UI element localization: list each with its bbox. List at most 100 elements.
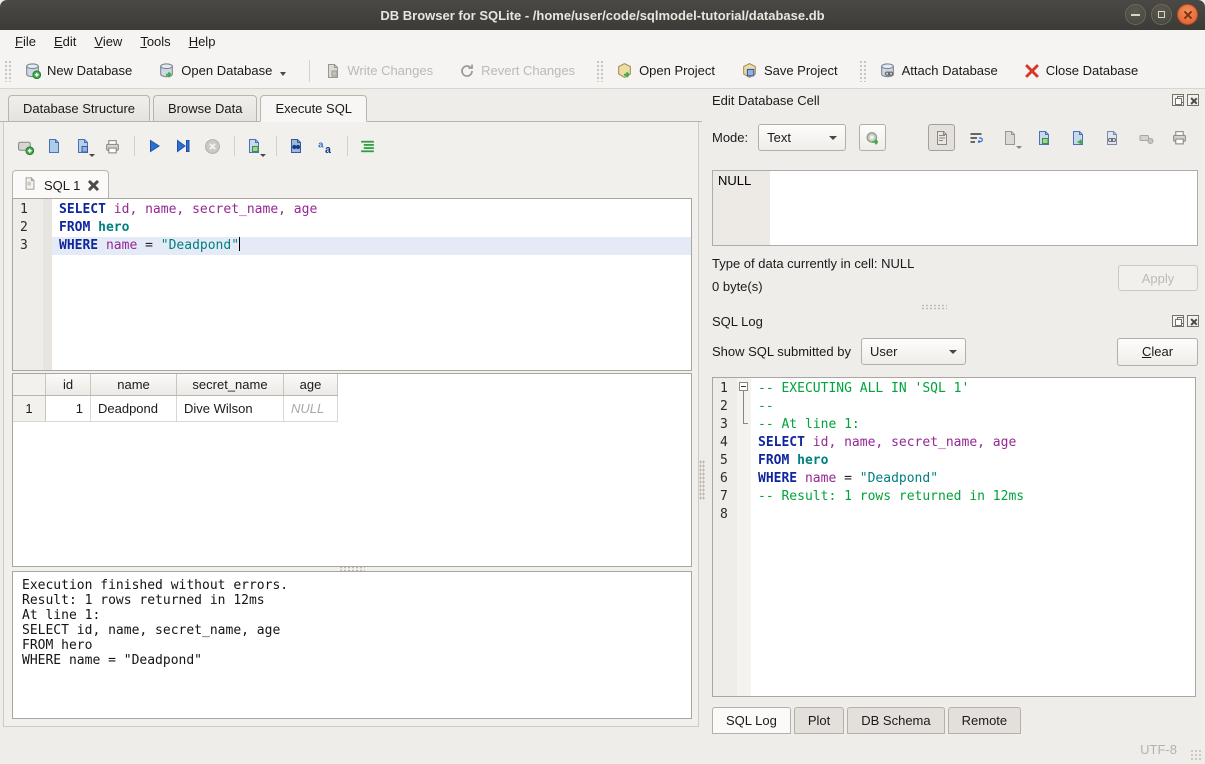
toolbar-grip[interactable]	[859, 60, 866, 82]
dropdown-arrow-icon[interactable]	[280, 72, 286, 76]
menu-edit[interactable]: Edit	[45, 32, 85, 51]
close-panel-icon[interactable]	[1187, 94, 1199, 106]
dropdown-arrow-icon[interactable]	[89, 154, 95, 157]
execute-current-line-button[interactable]	[170, 133, 196, 159]
cell-age[interactable]: NULL	[284, 396, 338, 422]
word-wrap-button[interactable]	[962, 124, 989, 151]
toolbar-separator	[134, 136, 135, 156]
print-button[interactable]	[99, 133, 125, 159]
log-line-numbers: 12345678	[713, 378, 737, 696]
close-panel-icon[interactable]	[1187, 315, 1199, 327]
save-results-icon	[246, 138, 262, 154]
copy-link-button[interactable]	[1098, 124, 1125, 151]
edit-cell-dock-controls	[1172, 94, 1199, 106]
toolbar-separator	[347, 136, 348, 156]
dropdown-arrow-icon[interactable]	[260, 154, 266, 157]
row-header[interactable]: 1	[13, 396, 46, 422]
open-sql-file-button[interactable]	[41, 133, 67, 159]
toolbar-grip[interactable]	[596, 60, 603, 82]
sql-file-tab[interactable]: SQL 1	[12, 170, 109, 199]
float-panel-icon[interactable]	[1172, 315, 1184, 327]
mode-select[interactable]: Text	[758, 124, 846, 151]
line-number: 1	[713, 380, 737, 398]
sql-editor[interactable]: 123 SELECT id, name, secret_name, ageFRO…	[12, 198, 692, 371]
table-row: 11DeadpondDive WilsonNULL	[13, 396, 338, 422]
code-line: -- At line 1:	[751, 416, 1195, 434]
export-data-icon	[1070, 130, 1086, 146]
cell-text-area[interactable]	[770, 171, 1197, 245]
open-database-button[interactable]: Open Database	[149, 57, 295, 84]
menu-file[interactable]: File	[6, 32, 45, 51]
text-mode-button[interactable]	[928, 124, 955, 151]
encoding-indicator[interactable]: UTF-8	[1140, 742, 1177, 757]
dock-tab-remote[interactable]: Remote	[948, 707, 1022, 734]
cell-value-editor[interactable]: NULL	[712, 170, 1198, 246]
auto-apply-button[interactable]	[859, 124, 886, 151]
find-button[interactable]	[283, 133, 309, 159]
cell-name[interactable]: Deadpond	[91, 396, 177, 422]
column-header-id[interactable]: id	[46, 374, 91, 396]
column-header-name[interactable]: name	[91, 374, 177, 396]
title-bar[interactable]: DB Browser for SQLite - /home/user/code/…	[0, 0, 1205, 31]
toggle-case-button[interactable]: aa	[312, 133, 338, 159]
toolbar-grip[interactable]	[4, 60, 11, 82]
log-filter-select[interactable]: User	[861, 338, 966, 365]
attach-database-button[interactable]: Attach Database	[870, 57, 1007, 84]
fold-marker[interactable]	[737, 414, 751, 432]
sql-log-view[interactable]: 12345678 -- EXECUTING ALL IN 'SQL 1'----…	[712, 377, 1196, 697]
export-data-button[interactable]	[1064, 124, 1091, 151]
close-database-button[interactable]: Close Database	[1015, 58, 1148, 84]
open-database-label: Open Database	[181, 63, 272, 78]
close-tab-icon[interactable]	[87, 180, 98, 191]
menu-view[interactable]: View	[85, 32, 131, 51]
execute-all-button[interactable]	[141, 133, 167, 159]
save-sql-file-button[interactable]	[70, 133, 96, 159]
open-project-button[interactable]: Open Project	[607, 57, 724, 84]
minimize-button[interactable]	[1125, 4, 1146, 25]
copy-link-icon	[1104, 130, 1120, 146]
column-header-secret_name[interactable]: secret_name	[177, 374, 284, 396]
cell-secret_name[interactable]: Dive Wilson	[177, 396, 284, 422]
dock-tab-sql-log[interactable]: SQL Log	[712, 707, 791, 734]
fold-marker[interactable]	[737, 396, 751, 414]
resize-grip[interactable]	[1190, 749, 1202, 761]
close-button[interactable]	[1177, 4, 1198, 25]
save-project-button[interactable]: Save Project	[732, 57, 847, 84]
dock-splitter-handle[interactable]	[921, 304, 947, 310]
tab-execute-sql[interactable]: Execute SQL	[260, 95, 367, 122]
stop-execution-button	[199, 133, 225, 159]
vertical-splitter-handle[interactable]	[699, 460, 705, 500]
maximize-button[interactable]	[1151, 4, 1172, 25]
line-number: 2	[13, 219, 43, 237]
editor-code-area[interactable]: SELECT id, name, secret_name, ageFROM he…	[52, 199, 691, 370]
column-header-age[interactable]: age	[284, 374, 338, 396]
format-sql-button[interactable]	[354, 133, 380, 159]
apply-button[interactable]: Apply	[1118, 265, 1198, 291]
attach-database-icon	[879, 62, 896, 79]
menu-tools[interactable]: Tools	[131, 32, 179, 51]
clear-log-button[interactable]: Clear	[1117, 338, 1198, 366]
code-line: -- Result: 1 rows returned in 12ms	[751, 488, 1195, 506]
save-results-button[interactable]	[241, 133, 267, 159]
new-database-button[interactable]: New Database	[15, 57, 141, 84]
fold-marker	[737, 486, 751, 504]
dock-tab-plot[interactable]: Plot	[794, 707, 844, 734]
write-changes-icon	[325, 63, 341, 79]
execution-message-panel[interactable]: Execution finished without errors. Resul…	[12, 571, 692, 719]
code-line: FROM hero	[52, 219, 691, 237]
fold-marker	[737, 432, 751, 450]
import-data-button[interactable]	[1030, 124, 1057, 151]
new-sql-tab-button[interactable]	[12, 133, 38, 159]
fold-marker	[737, 450, 751, 468]
tab-database-structure[interactable]: Database Structure	[8, 95, 150, 121]
stop-execution-icon	[204, 138, 221, 155]
fold-marker[interactable]	[737, 378, 751, 396]
float-panel-icon[interactable]	[1172, 94, 1184, 106]
print-cell-button[interactable]	[1166, 124, 1193, 151]
tab-browse-data[interactable]: Browse Data	[153, 95, 257, 121]
fold-marker	[737, 468, 751, 486]
menu-help[interactable]: Help	[180, 32, 225, 51]
new-database-label: New Database	[47, 63, 132, 78]
dock-tab-db-schema[interactable]: DB Schema	[847, 707, 944, 734]
cell-id[interactable]: 1	[46, 396, 91, 422]
